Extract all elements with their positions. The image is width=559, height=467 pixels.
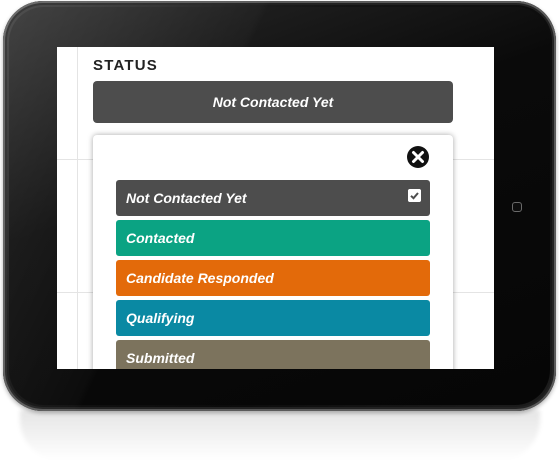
bg-divider	[77, 47, 78, 369]
status-option-not-contacted-yet[interactable]: Not Contacted Yet	[116, 180, 430, 216]
checkbox-checked-icon	[408, 189, 421, 202]
option-label: Contacted	[126, 230, 195, 246]
option-label: Qualifying	[126, 310, 195, 326]
status-heading: STATUS	[93, 57, 158, 74]
tablet-screen: STATUS Not Contacted Yet Not Contacted Y…	[57, 47, 494, 369]
status-dropdown-popup: Not Contacted Yet Contacted Candidate Re…	[93, 135, 453, 369]
home-button-icon[interactable]	[512, 202, 522, 212]
close-icon[interactable]	[406, 145, 430, 169]
status-current-value[interactable]: Not Contacted Yet	[93, 81, 453, 123]
status-option-candidate-responded[interactable]: Candidate Responded	[116, 260, 430, 296]
status-option-qualifying[interactable]: Qualifying	[116, 300, 430, 336]
status-option-contacted[interactable]: Contacted	[116, 220, 430, 256]
option-label: Not Contacted Yet	[126, 190, 247, 206]
device-reflection	[20, 410, 540, 460]
option-label: Candidate Responded	[126, 270, 274, 286]
option-label: Submitted	[126, 350, 195, 366]
status-option-submitted[interactable]: Submitted	[116, 340, 430, 369]
